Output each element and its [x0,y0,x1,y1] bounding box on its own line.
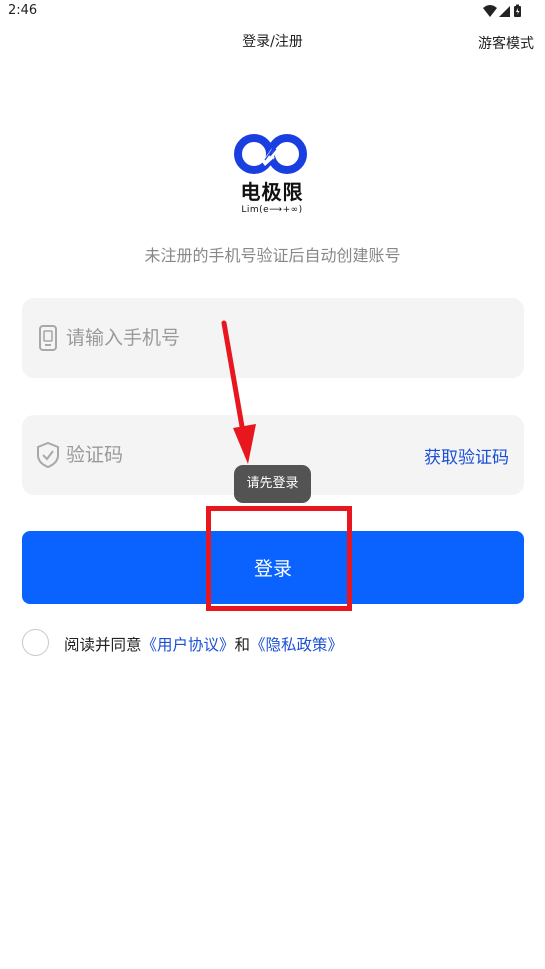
privacy-policy-link[interactable]: 《隐私政策》 [250,636,343,654]
page-title: 登录/注册 [242,34,303,50]
logo-subtitle: Lim(e⟶+∞) [241,205,303,215]
app-logo: 电极限 Lim(e⟶+∞) [232,130,312,224]
agreement-text: 阅读并同意《用户协议》和《隐私政策》 [64,633,343,655]
agreement-conjunction: 和 [234,636,251,654]
login-screen: 2:46 登录/注册 游客模式 电极限 Lim(e⟶+∞) 未注册的手机号验证后… [0,0,545,969]
guest-mode-button[interactable]: 游客模式 [478,33,534,53]
phone-field [22,298,524,378]
shield-icon [37,441,59,469]
wifi-icon [483,5,497,17]
phone-icon [39,325,57,351]
agreement-checkbox[interactable] [22,629,49,656]
toast-message: 请先登录 [234,465,311,503]
status-time: 2:46 [8,3,38,18]
infinity-logo-icon [234,134,307,174]
verification-code-input[interactable] [66,437,386,473]
agreement-prefix: 阅读并同意 [64,636,142,654]
register-hint: 未注册的手机号验证后自动创建账号 [144,246,401,265]
battery-icon [514,4,521,17]
logo-name: 电极限 [240,180,304,204]
status-icons [483,4,521,17]
signal-icon [499,6,510,17]
status-bar: 2:46 [0,0,545,24]
get-code-button[interactable]: 获取验证码 [424,443,509,468]
user-agreement-link[interactable]: 《用户协议》 [142,636,235,654]
login-button[interactable]: 登录 [22,531,524,604]
phone-input[interactable] [66,320,386,356]
